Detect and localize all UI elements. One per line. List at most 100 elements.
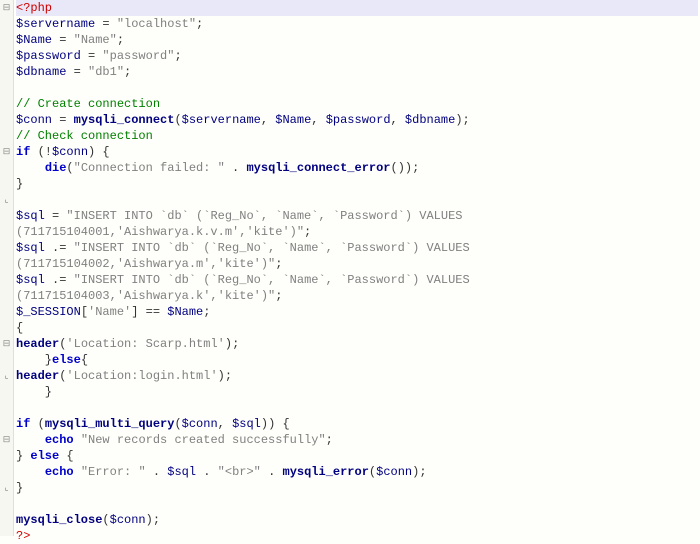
code-line[interactable]: // Create connection	[16, 96, 698, 112]
code-line[interactable]: $sql .= "INSERT INTO `db` (`Reg_No`, `Na…	[16, 240, 698, 256]
code-token: ))	[261, 417, 275, 431]
code-token: (	[102, 513, 109, 527]
fold-marker[interactable]: ⌞	[0, 368, 13, 384]
code-token: .=	[45, 241, 74, 255]
code-token: ;	[117, 33, 124, 47]
fold-marker	[0, 448, 13, 464]
code-line[interactable]: die("Connection failed: " . mysqli_conne…	[16, 160, 698, 176]
code-token: $sql	[232, 417, 261, 431]
code-token: if	[16, 417, 30, 431]
fold-marker	[0, 320, 13, 336]
fold-marker	[0, 272, 13, 288]
code-line[interactable]: $password = "password";	[16, 48, 698, 64]
code-line[interactable]: header('Location:login.html');	[16, 368, 698, 384]
code-token: (	[66, 161, 73, 175]
code-line[interactable]: }	[16, 480, 698, 496]
code-token: $servername	[182, 113, 261, 127]
code-token: )	[455, 113, 462, 127]
code-line[interactable]: (711715104001,'Aishwarya.k.v.m','kite')"…	[16, 224, 698, 240]
code-token: echo	[45, 465, 74, 479]
fold-marker	[0, 416, 13, 432]
code-line[interactable]: $conn = mysqli_connect($servername, $Nam…	[16, 112, 698, 128]
code-token: ;	[304, 225, 311, 239]
code-line[interactable]: $_SESSION['Name'] == $Name;	[16, 304, 698, 320]
code-area[interactable]: <?php$servername = "localhost";$Name = "…	[14, 0, 700, 536]
code-line[interactable]: } else {	[16, 448, 698, 464]
code-token: ,	[311, 113, 325, 127]
fold-marker[interactable]: ⌞	[0, 480, 13, 496]
code-line[interactable]: {	[16, 320, 698, 336]
fold-marker	[0, 16, 13, 32]
code-line[interactable]: }else{	[16, 352, 698, 368]
code-token: {	[59, 449, 73, 463]
code-line[interactable]	[16, 192, 698, 208]
code-token: $conn	[16, 113, 52, 127]
code-token: ;	[232, 337, 239, 351]
fold-marker[interactable]: ⊟	[0, 0, 13, 16]
code-token: $Name	[275, 113, 311, 127]
fold-marker[interactable]: ⊟	[0, 336, 13, 352]
code-line[interactable]: }	[16, 384, 698, 400]
code-token: "Error: "	[81, 465, 146, 479]
fold-marker	[0, 176, 13, 192]
code-line[interactable]: header('Location: Scarp.html');	[16, 336, 698, 352]
code-line[interactable]: mysqli_close($conn);	[16, 512, 698, 528]
code-line[interactable]: $sql = "INSERT INTO `db` (`Reg_No`, `Nam…	[16, 208, 698, 224]
code-line[interactable]: echo "Error: " . $sql . "<br>" . mysqli_…	[16, 464, 698, 480]
code-token: )	[218, 369, 225, 383]
code-token: .=	[45, 273, 74, 287]
fold-marker[interactable]: ⊟	[0, 432, 13, 448]
code-token: $sql	[167, 465, 196, 479]
code-token: ;	[153, 513, 160, 527]
code-token: mysqli_connect_error	[246, 161, 390, 175]
code-line[interactable]: (711715104003,'Aishwarya.k','kite')";	[16, 288, 698, 304]
fold-marker	[0, 496, 13, 512]
fold-marker[interactable]: ⊟	[0, 144, 13, 160]
code-line[interactable]: if (!$conn) {	[16, 144, 698, 160]
code-token: {	[16, 321, 23, 335]
fold-marker	[0, 400, 13, 416]
code-token: ;	[419, 465, 426, 479]
code-line[interactable]: $Name = "Name";	[16, 32, 698, 48]
code-token: ;	[225, 369, 232, 383]
code-line[interactable]: ?>	[16, 528, 698, 544]
code-line[interactable]	[16, 400, 698, 416]
code-line[interactable]: echo "New records created successfully";	[16, 432, 698, 448]
code-line[interactable]: (711715104002,'Aishwarya.m','kite')";	[16, 256, 698, 272]
fold-marker	[0, 304, 13, 320]
code-token: // Check connection	[16, 129, 153, 143]
code-token: $Name	[167, 305, 203, 319]
code-line[interactable]: $dbname = "db1";	[16, 64, 698, 80]
code-token: "localhost"	[117, 17, 196, 31]
code-line[interactable]: $servername = "localhost";	[16, 16, 698, 32]
fold-marker	[0, 96, 13, 112]
fold-marker[interactable]: ⌞	[0, 192, 13, 208]
code-line[interactable]: $sql .= "INSERT INTO `db` (`Reg_No`, `Na…	[16, 272, 698, 288]
fold-marker	[0, 256, 13, 272]
code-token: ?>	[16, 529, 30, 543]
code-token: <?php	[16, 1, 52, 15]
code-token: $servername	[16, 17, 95, 31]
code-token: if	[16, 145, 30, 159]
code-line[interactable]: // Check connection	[16, 128, 698, 144]
code-token: ;	[124, 65, 131, 79]
fold-marker	[0, 512, 13, 528]
code-token: )	[225, 337, 232, 351]
code-line[interactable]	[16, 496, 698, 512]
code-editor: ⊟⊟⌞⊟⌞⊟⌞ <?php$servername = "localhost";$…	[0, 0, 700, 536]
code-token: (	[30, 417, 44, 431]
code-line[interactable]: }	[16, 176, 698, 192]
code-token: ,	[261, 113, 275, 127]
code-token: ;	[203, 305, 210, 319]
code-line[interactable]: <?php	[16, 0, 698, 16]
code-token	[16, 433, 45, 447]
code-token: "<br>"	[218, 465, 261, 479]
code-token: $dbname	[16, 65, 66, 79]
fold-marker	[0, 128, 13, 144]
code-token: "db1"	[88, 65, 124, 79]
code-line[interactable]	[16, 80, 698, 96]
code-token: "Connection failed: "	[74, 161, 225, 175]
code-token: }	[16, 353, 52, 367]
code-line[interactable]: if (mysqli_multi_query($conn, $sql)) {	[16, 416, 698, 432]
code-token	[16, 465, 45, 479]
